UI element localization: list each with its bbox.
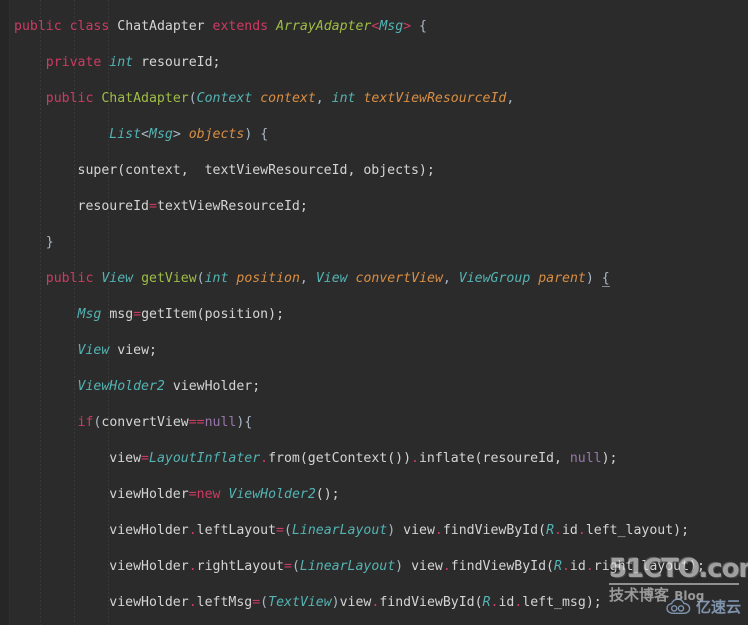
code-line: private int resoureId;	[45, 55, 221, 70]
code-line: List<Msg> objects) {	[109, 127, 269, 142]
code-line: if(convertView==null){	[77, 415, 253, 430]
code-line: resoureId=textViewResourceId;	[77, 199, 308, 214]
code-line: ViewHolder2 viewHolder;	[77, 379, 261, 394]
code-editor-view: public class ChatAdapter extends ArrayAd…	[0, 0, 748, 625]
code-line: public ChatAdapter(Context context, int …	[45, 91, 515, 106]
code-line: public class ChatAdapter extends ArrayAd…	[14, 19, 427, 34]
code-line: viewHolder.leftMsg=(TextView)view.findVi…	[109, 595, 602, 610]
code-line: super(context, textViewResourceId, objec…	[77, 163, 435, 178]
code-line: public View getView(int position, View c…	[45, 271, 610, 287]
code-line: viewHolder.leftLayout=(LinearLayout) vie…	[109, 523, 690, 538]
code-line: viewHolder=new ViewHolder2();	[109, 487, 340, 502]
code-line: }	[45, 235, 54, 250]
source-code-block[interactable]: public class ChatAdapter extends ArrayAd…	[9, 0, 748, 625]
code-line: viewHolder.rightLayout=(LinearLayout) vi…	[109, 559, 705, 574]
code-line: View view;	[77, 343, 157, 358]
code-line: view=LayoutInflater.from(getContext()).i…	[109, 451, 618, 466]
code-line: Msg msg=getItem(position);	[77, 307, 285, 322]
